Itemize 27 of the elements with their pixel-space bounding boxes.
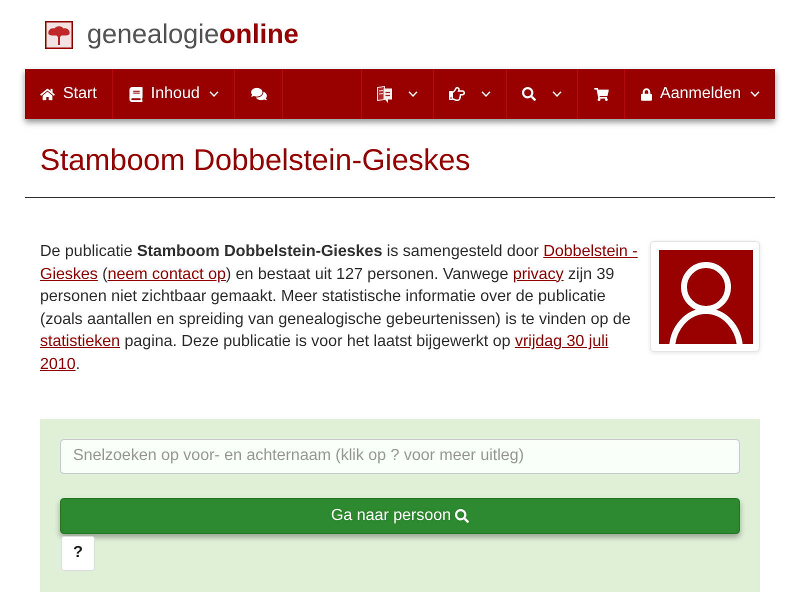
pointing-hand-icon [449, 86, 466, 102]
book-icon [128, 86, 143, 102]
help-button[interactable]: ? [61, 536, 95, 571]
text-link[interactable]: statistieken [40, 333, 120, 350]
text-link[interactable]: 2010 [40, 356, 76, 373]
overlapping-pages-icon [377, 86, 392, 102]
text-link[interactable]: Gieskes [40, 266, 98, 283]
home-icon [40, 88, 55, 100]
text-link[interactable]: neem contact op [108, 266, 226, 283]
home-nav-link[interactable]: Start [25, 69, 113, 119]
chat-bubbles-icon [250, 87, 267, 101]
publication-description: De publicatie Stamboom Dobbelstein-Gieskes is samengesteld door Dobbelstein - Gieskes (neem contact op) en bestaat uit 127 personen. Vanwege privacy zijn 39 personen niet zichtbaar gemaakt. Meer statistische informatie over de publicatie (zoals aantallen en spreiding van genealogische gebeurtenissen) is te vinden op de statistieken pagina. Deze publicatie is voor het laatst bijgewerkt op vrijdag 30 juli 2010. [40, 242, 639, 375]
user-avatar-icon [659, 250, 753, 344]
search-icon [455, 508, 470, 523]
site-logo-text[interactable]: genealogieonline [87, 21, 299, 48]
text-link[interactable]: vrijdag 30 juli [514, 333, 608, 350]
text-link[interactable]: Dobbelstein - [543, 243, 638, 260]
search-input[interactable]: Snelzoeken op voor- en achternaam (klik op ? voor meer uitleg) [60, 438, 740, 474]
contents-menu-button[interactable]: Inhoud [112, 69, 235, 119]
lock-icon [641, 88, 652, 100]
search-icon [522, 87, 536, 101]
text-link[interactable]: privacy [512, 266, 564, 283]
login-menu-button[interactable]: Aanmelden [624, 69, 775, 119]
cart-icon [594, 88, 610, 100]
page-title: Stamboom Dobbelstein-Gieskes [40, 144, 470, 177]
tree-logo-icon [45, 20, 73, 48]
go-to-person-button[interactable]: Ga naar persoon [60, 498, 740, 534]
